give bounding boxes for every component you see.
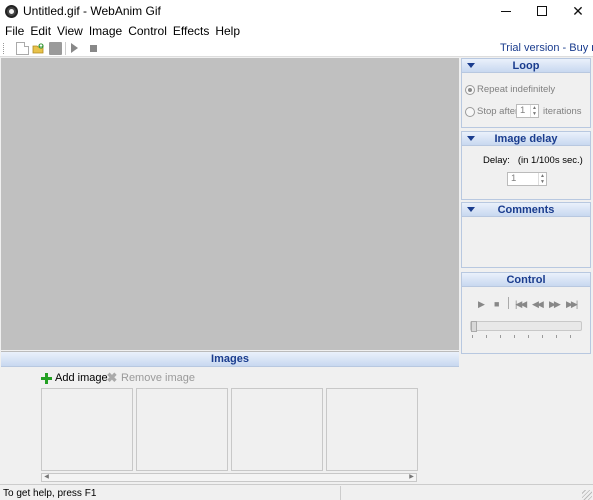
- maximize-button[interactable]: [525, 0, 559, 23]
- menu-file[interactable]: File: [2, 23, 27, 40]
- menu-help[interactable]: Help: [212, 23, 243, 40]
- open-folder-icon[interactable]: [32, 42, 45, 55]
- comments-panel: Comments: [461, 202, 591, 268]
- image-delay-header: Image delay: [462, 132, 590, 146]
- remove-icon: ✖: [106, 370, 118, 385]
- loop-panel-title: Loop: [512, 60, 540, 72]
- repeat-indefinitely-label: Repeat indefinitely: [477, 84, 556, 95]
- frame-slider-thumb[interactable]: [471, 321, 477, 332]
- image-thumbnail-slot[interactable]: [231, 388, 323, 471]
- iterations-spinner[interactable]: 1 ▲ ▼: [516, 104, 539, 118]
- close-button[interactable]: ✕: [561, 0, 593, 23]
- control-header: Control: [462, 273, 590, 287]
- menu-image[interactable]: Image: [86, 23, 125, 40]
- remove-image-label: Remove image: [121, 372, 195, 384]
- menu-view[interactable]: View: [54, 23, 86, 40]
- iterations-label: iterations: [543, 106, 582, 117]
- delay-spinner[interactable]: 1 ▲ ▼: [507, 172, 547, 186]
- image-thumbnail-slot[interactable]: [136, 388, 228, 471]
- image-delay-title: Image delay: [494, 133, 558, 145]
- delay-value: 1: [511, 173, 517, 184]
- animation-canvas[interactable]: [1, 58, 459, 350]
- stop-icon[interactable]: ■: [494, 299, 499, 309]
- minimize-icon: [501, 11, 511, 12]
- slider-ticks: [472, 335, 582, 338]
- loop-panel: Loop Repeat indefinitely Stop after 1 ▲ ▼…: [461, 58, 591, 128]
- status-separator: [340, 486, 341, 500]
- menu-edit[interactable]: Edit: [27, 23, 54, 40]
- first-frame-icon[interactable]: |◀◀: [515, 299, 527, 309]
- close-icon: ✕: [572, 3, 584, 19]
- status-bar: To get help, press F1: [0, 484, 593, 500]
- spinner-arrows-icon[interactable]: ▲ ▼: [530, 105, 538, 117]
- control-panel: Control ▶ ■ |◀◀ ◀◀ ▶▶ ▶▶|: [461, 272, 591, 354]
- app-icon: [5, 5, 18, 18]
- scroll-right-icon[interactable]: ▶: [407, 474, 416, 481]
- next-frame-icon[interactable]: ▶▶: [549, 299, 561, 309]
- menu-bar: File Edit View Image Control Effects Hel…: [0, 23, 593, 40]
- play-icon[interactable]: [71, 43, 78, 53]
- add-icon: [41, 372, 52, 384]
- stop-after-label: Stop after: [477, 106, 519, 117]
- loop-panel-header: Loop: [462, 59, 590, 73]
- image-thumbnail-slot[interactable]: [41, 388, 133, 471]
- image-thumbnail-slot[interactable]: [326, 388, 418, 471]
- images-panel-title: Images: [1, 352, 459, 367]
- save-icon[interactable]: [49, 42, 62, 55]
- new-file-icon[interactable]: [16, 42, 29, 55]
- iterations-value: 1: [520, 105, 526, 116]
- add-image-button[interactable]: Add image: [41, 371, 108, 385]
- last-frame-icon[interactable]: ▶▶|: [566, 299, 578, 309]
- images-panel: Images Add image ✖ Remove image ◀ ▶: [1, 351, 459, 485]
- frame-slider[interactable]: [470, 321, 582, 332]
- comments-title: Comments: [497, 204, 555, 216]
- stop-icon[interactable]: [90, 45, 97, 52]
- remove-image-button[interactable]: ✖ Remove image: [106, 371, 195, 385]
- previous-frame-icon[interactable]: ◀◀: [532, 299, 544, 309]
- repeat-indefinitely-radio[interactable]: [465, 85, 475, 95]
- menu-control[interactable]: Control: [125, 23, 170, 40]
- add-image-label: Add image: [55, 372, 108, 384]
- delay-label: Delay: (in 1/100s sec.): [483, 155, 583, 166]
- status-text: To get help, press F1: [3, 488, 97, 499]
- play-icon[interactable]: ▶: [478, 299, 485, 309]
- title-bar: Untitled.gif - WebAnim Gif ✕: [0, 0, 593, 23]
- image-delay-panel: Image delay Delay: (in 1/100s sec.) 1 ▲ ▼: [461, 131, 591, 200]
- thumbnail-scrollbar[interactable]: ◀ ▶: [41, 473, 417, 482]
- maximize-icon: [537, 6, 547, 16]
- stop-after-radio[interactable]: [465, 107, 475, 117]
- toolbar-grip[interactable]: [3, 43, 6, 54]
- comments-header: Comments: [462, 203, 590, 217]
- minimize-button[interactable]: [489, 0, 523, 23]
- scroll-left-icon[interactable]: ◀: [42, 474, 51, 481]
- resize-grip-icon[interactable]: [582, 490, 592, 500]
- menu-effects[interactable]: Effects: [170, 23, 212, 40]
- control-separator: [508, 297, 509, 309]
- window-title: Untitled.gif - WebAnim Gif: [23, 4, 161, 18]
- spinner-arrows-icon[interactable]: ▲ ▼: [538, 173, 546, 185]
- trial-buy-link[interactable]: Trial version - Buy now!: [500, 42, 593, 54]
- toolbar-separator: [65, 42, 66, 55]
- control-title: Control: [506, 274, 546, 286]
